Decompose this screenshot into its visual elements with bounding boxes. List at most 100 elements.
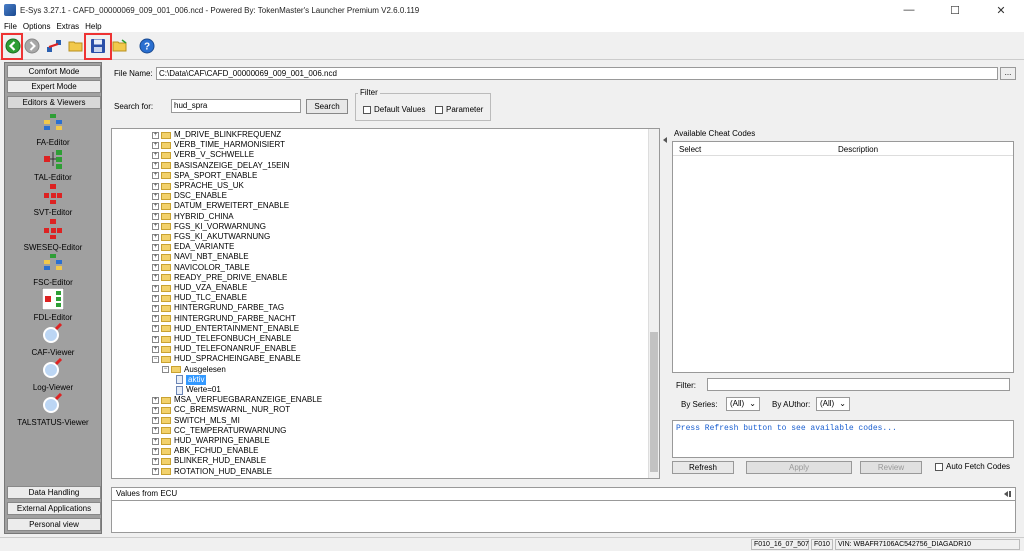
default-values-checkbox[interactable] <box>363 106 371 114</box>
expand-icon[interactable]: + <box>152 325 159 333</box>
connect-icon[interactable] <box>44 36 64 56</box>
expand-icon[interactable]: + <box>152 192 159 200</box>
tree-node[interactable]: + HUD_TLC_ENABLE <box>152 293 247 303</box>
cheat-codes-table[interactable] <box>672 141 1014 373</box>
help-icon[interactable]: ? <box>137 36 157 56</box>
expand-icon[interactable]: + <box>152 182 159 190</box>
tree-node[interactable]: + CC_BREMSWARNL_NUR_ROT <box>152 405 290 415</box>
expand-icon[interactable]: + <box>152 243 159 251</box>
nav-expert-mode[interactable]: Expert Mode <box>7 80 101 93</box>
tool-talstatus-viewer[interactable]: TALSTATUS-Viewer <box>5 392 101 427</box>
expand-icon[interactable]: + <box>152 233 159 241</box>
close-button[interactable]: ✕ <box>978 0 1024 20</box>
tool-caf-viewer[interactable]: CAF-Viewer <box>5 322 101 357</box>
expand-icon[interactable]: + <box>152 223 159 231</box>
tree-node[interactable]: + SWITCH_MLS_MI <box>152 416 240 426</box>
expand-icon[interactable]: + <box>152 202 159 210</box>
column-description[interactable]: Description <box>838 145 878 154</box>
expand-icon[interactable]: + <box>152 406 159 414</box>
tool-fa-editor[interactable]: FA-Editor <box>5 113 101 147</box>
expand-icon[interactable]: + <box>152 457 159 465</box>
by-author-select[interactable]: (All) ⌄ <box>816 397 850 411</box>
apply-button[interactable]: Apply <box>746 461 852 474</box>
tree-node[interactable]: + HUD_ENTERTAINMENT_ENABLE <box>152 324 299 334</box>
tree-node[interactable]: + M_DRIVE_BLINKFREQUENZ <box>152 130 281 140</box>
nav-comfort-mode[interactable]: Comfort Mode <box>7 65 101 78</box>
tree-node[interactable]: + SPA_SPORT_ENABLE <box>152 171 257 181</box>
tree-node[interactable]: + HINTERGRUND_FARBE_TAG <box>152 303 284 313</box>
menu-options[interactable]: Options <box>23 22 51 31</box>
expand-icon[interactable]: + <box>152 172 159 180</box>
parameter-checkbox[interactable] <box>435 106 443 114</box>
tree-node[interactable]: + VERB_TIME_HARMONISIERT <box>152 140 285 150</box>
open-icon[interactable] <box>110 36 130 56</box>
forward-icon[interactable] <box>22 36 42 56</box>
tool-sweseq-editor[interactable]: SWESEQ-Editor <box>5 218 101 252</box>
file-name-field[interactable]: C:\Data\CAF\CAFD_00000069_009_001_006.nc… <box>156 67 998 80</box>
column-select[interactable]: Select <box>679 145 701 154</box>
maximize-button[interactable]: ☐ <box>932 0 978 20</box>
tool-fsc-editor[interactable]: FSC-Editor <box>5 253 101 287</box>
expand-icon[interactable]: + <box>152 141 159 149</box>
tree-node[interactable]: + DSC_ENABLE <box>152 191 227 201</box>
expand-icon[interactable]: + <box>152 315 159 323</box>
tree-node[interactable]: + HUD_TELEFONBUCH_ENABLE <box>152 334 291 344</box>
tree-value[interactable]: Werte=01 <box>176 385 221 395</box>
review-button[interactable]: Review <box>860 461 922 474</box>
expand-icon[interactable]: + <box>152 213 159 221</box>
minimize-button[interactable]: — <box>886 0 932 20</box>
expand-icon[interactable]: + <box>152 162 159 170</box>
expand-icon[interactable]: + <box>152 264 159 272</box>
tree-node[interactable]: + HUD_VZA_ENABLE <box>152 283 247 293</box>
search-input[interactable]: hud_spra <box>171 99 301 113</box>
expand-icon[interactable]: + <box>152 417 159 425</box>
tree-node[interactable]: + FGS_KI_AKUTWARNUNG <box>152 232 270 242</box>
tree-node[interactable]: + NAVI_NBT_ENABLE <box>152 252 249 262</box>
menu-help[interactable]: Help <box>85 22 101 31</box>
tree-node[interactable]: + DATUM_ERWEITERT_ENABLE <box>152 201 289 211</box>
expand-icon[interactable]: + <box>152 468 159 476</box>
expand-icon[interactable]: + <box>152 274 159 282</box>
expand-icon[interactable]: + <box>152 427 159 435</box>
expand-icon[interactable]: + <box>152 345 159 353</box>
panel-splitter[interactable] <box>661 128 669 479</box>
tree-node[interactable]: + BASISANZEIGE_DELAY_15EIN <box>152 161 289 171</box>
expand-icon[interactable]: + <box>152 437 159 445</box>
tool-svt-editor[interactable]: SVT-Editor <box>5 183 101 217</box>
pin-icon[interactable] <box>1002 489 1012 499</box>
collapse-arrow-icon[interactable] <box>661 134 669 154</box>
menu-extras[interactable]: Extras <box>56 22 79 31</box>
refresh-button[interactable]: Refresh <box>672 461 734 474</box>
tree-node[interactable]: + MSA_VERFUEGBARANZEIGE_ENABLE <box>152 395 322 405</box>
collapse-icon[interactable]: − <box>162 366 169 374</box>
expand-icon[interactable]: + <box>152 253 159 261</box>
expand-icon[interactable]: + <box>152 151 159 159</box>
expand-icon[interactable]: + <box>152 284 159 292</box>
tool-fdl-editor[interactable]: FDL-Editor <box>5 287 101 322</box>
parameter-tree[interactable]: + M_DRIVE_BLINKFREQUENZ + VERB_TIME_HARMONI… <box>111 128 660 479</box>
tree-node[interactable]: + READY_PRE_DRIVE_ENABLE <box>152 273 287 283</box>
nav-editors-viewers[interactable]: Editors & Viewers <box>7 96 101 109</box>
tree-node[interactable]: + EDA_VARIANTE <box>152 242 234 252</box>
tool-log-viewer[interactable]: Log-Viewer <box>5 357 101 392</box>
expand-icon[interactable]: + <box>152 304 159 312</box>
tree-node[interactable]: + HUD_TELEFONANRUF_ENABLE <box>152 344 296 354</box>
tree-node[interactable]: + HUD_WARPING_ENABLE <box>152 436 270 446</box>
expand-icon[interactable]: + <box>152 396 159 404</box>
collapse-icon[interactable]: − <box>152 355 159 363</box>
expand-icon[interactable]: + <box>152 447 159 455</box>
cheat-filter-input[interactable] <box>707 378 1010 391</box>
tree-node[interactable]: + ROTATION_HUD_ENABLE <box>152 467 272 477</box>
expand-icon[interactable]: + <box>152 131 159 139</box>
menu-file[interactable]: File <box>4 22 17 31</box>
tree-value[interactable]: aktiv <box>176 374 207 385</box>
tree-node[interactable]: − HUD_SPRACHEINGABE_ENABLE <box>152 354 301 364</box>
auto-fetch-checkbox[interactable] <box>935 463 943 471</box>
expand-icon[interactable]: + <box>152 335 159 343</box>
tree-node[interactable]: + VERB_V_SCHWELLE <box>152 150 254 160</box>
expand-icon[interactable]: + <box>152 294 159 302</box>
tree-scroll-thumb[interactable] <box>650 332 658 472</box>
tree-node[interactable]: + CC_TEMPERATURWARNUNG <box>152 426 286 436</box>
tree-node[interactable]: + HINTERGRUND_FARBE_NACHT <box>152 314 296 324</box>
tree-node[interactable]: + HYBRID_CHINA <box>152 212 234 222</box>
